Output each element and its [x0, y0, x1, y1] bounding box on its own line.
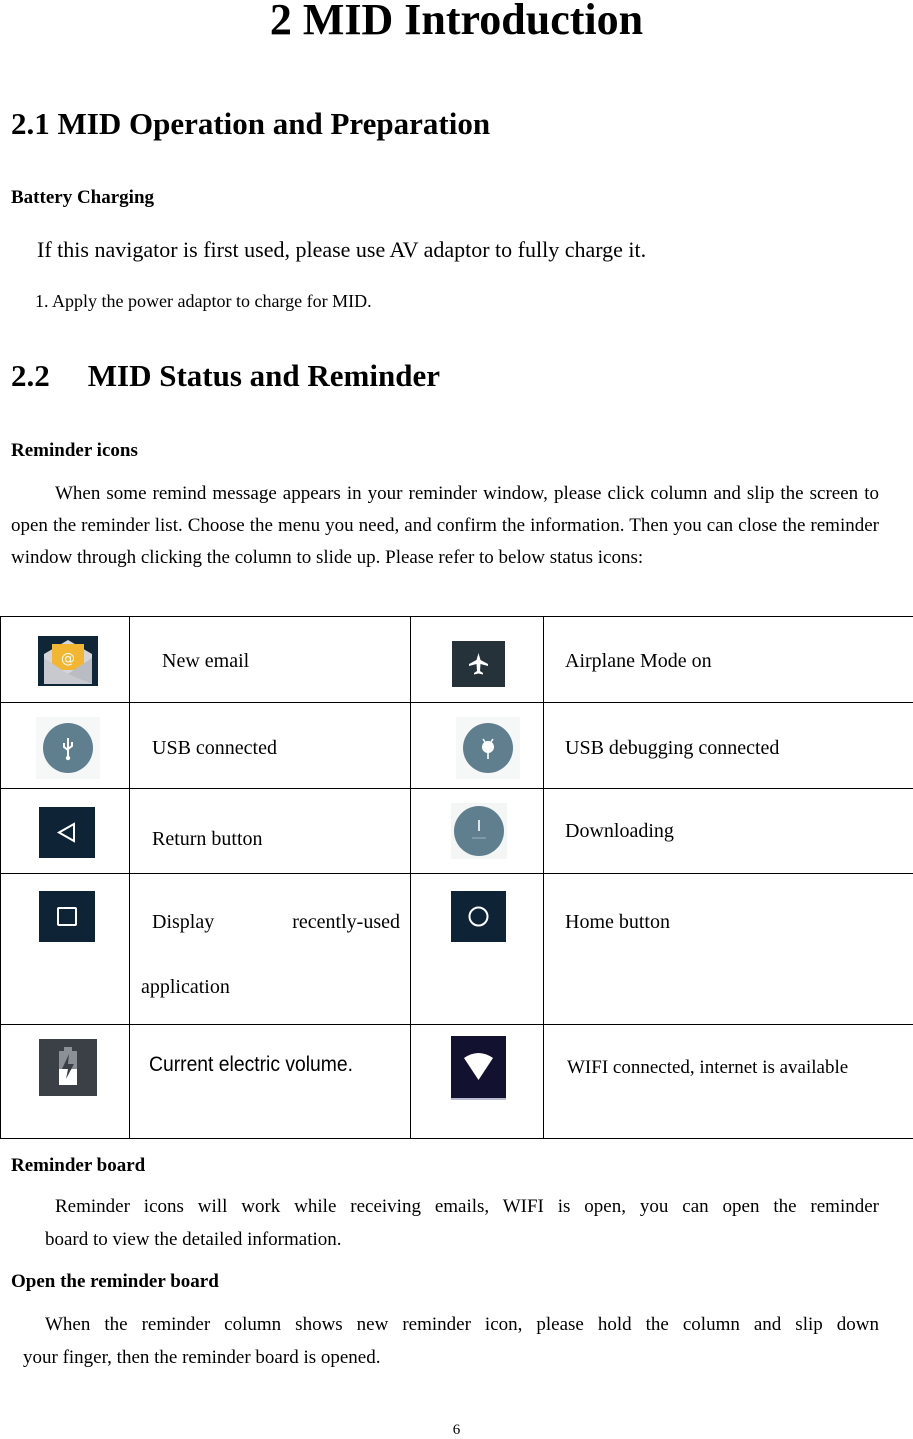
- label-new-email: New email: [162, 649, 249, 673]
- text-cell: New email: [130, 617, 411, 703]
- android-debug-icon: [456, 717, 520, 779]
- battery-charging-icon: [39, 1039, 97, 1096]
- wifi-icon: [451, 1036, 506, 1100]
- subheading-reminder-board: Reminder board: [11, 1154, 145, 1178]
- section-title: MID Status and Reminder: [88, 358, 440, 393]
- subheading-battery-charging: Battery Charging: [11, 186, 154, 210]
- airplane-icon: [452, 641, 505, 687]
- label-battery-volume: Current electric volume.: [149, 1053, 353, 1077]
- subheading-reminder-icons: Reminder icons: [11, 439, 138, 463]
- reminder-board-line2: board to view the detailed information.: [45, 1228, 342, 1252]
- subheading-open-reminder-board: Open the reminder board: [11, 1270, 219, 1294]
- table-row: Current electric volume. WIFI connected,…: [1, 1025, 913, 1139]
- icon-cell: @: [1, 617, 130, 703]
- label-recent-apps-part1: Display: [152, 910, 214, 934]
- label-recent-apps-part2: recently-used: [292, 910, 400, 934]
- icon-cell: [411, 1025, 544, 1139]
- label-recent-apps-line2: application: [141, 975, 230, 999]
- text-cell: Downloading: [544, 789, 913, 874]
- text-cell: Return button: [130, 789, 411, 874]
- icon-cell: [411, 874, 544, 1025]
- svg-text:@: @: [61, 651, 75, 667]
- reminder-icons-paragraph: When some remind message appears in your…: [11, 478, 879, 574]
- label-usb-debugging: USB debugging connected: [565, 736, 779, 760]
- icon-cell: [1, 703, 130, 789]
- text-cell: WIFI connected, internet is available: [544, 1025, 913, 1139]
- section-heading-2-2: 2.2 MID Status and Reminder: [11, 356, 440, 396]
- recent-apps-icon: [39, 891, 95, 942]
- home-icon: [451, 891, 506, 942]
- text-cell: Home button: [544, 874, 913, 1025]
- label-wifi-connected: WIFI connected, internet is available: [567, 1056, 848, 1080]
- label-return-button: Return button: [152, 827, 263, 851]
- table-row: Return button Downloading: [1, 789, 913, 874]
- table-row: @ New email Airplane Mode on: [1, 617, 913, 703]
- page-number: 6: [0, 1422, 913, 1439]
- text-cell: Display recently-used application: [130, 874, 411, 1025]
- icon-cell: [1, 1025, 130, 1139]
- reminder-board-line1: Reminder icons will work while receiving…: [55, 1195, 879, 1219]
- text-cell: Airplane Mode on: [544, 617, 913, 703]
- open-board-line2: your finger, then the reminder board is …: [23, 1346, 380, 1370]
- icon-cell: [1, 874, 130, 1025]
- icon-cell: [411, 703, 544, 789]
- text-cell: USB connected: [130, 703, 411, 789]
- label-usb-connected: USB connected: [152, 736, 277, 760]
- page-title: 2 MID Introduction: [0, 0, 913, 48]
- table-row: Display recently-used application Home b…: [1, 874, 913, 1025]
- table-row: USB connected USB debugging connected: [1, 703, 913, 789]
- usb-icon: [36, 717, 100, 779]
- battery-step-1: 1. Apply the power adaptor to charge for…: [35, 289, 372, 313]
- battery-intro-text: If this navigator is first used, please …: [37, 236, 646, 264]
- label-downloading: Downloading: [565, 819, 674, 843]
- text-cell: USB debugging connected: [544, 703, 913, 789]
- section-number: 2.2: [11, 358, 50, 393]
- open-board-line1: When the reminder column shows new remin…: [45, 1313, 879, 1337]
- label-home-button: Home button: [565, 910, 670, 934]
- back-arrow-icon: [39, 807, 95, 858]
- icon-cell: [1, 789, 130, 874]
- icon-cell: [411, 617, 544, 703]
- status-icons-table: @ New email Airplane Mode on: [0, 616, 913, 1139]
- download-icon: [451, 803, 507, 859]
- label-airplane-mode: Airplane Mode on: [565, 649, 712, 673]
- icon-cell: [411, 789, 544, 874]
- text-cell: Current electric volume.: [130, 1025, 411, 1139]
- email-icon: @: [38, 636, 98, 686]
- section-heading-2-1: 2.1 MID Operation and Preparation: [11, 104, 490, 144]
